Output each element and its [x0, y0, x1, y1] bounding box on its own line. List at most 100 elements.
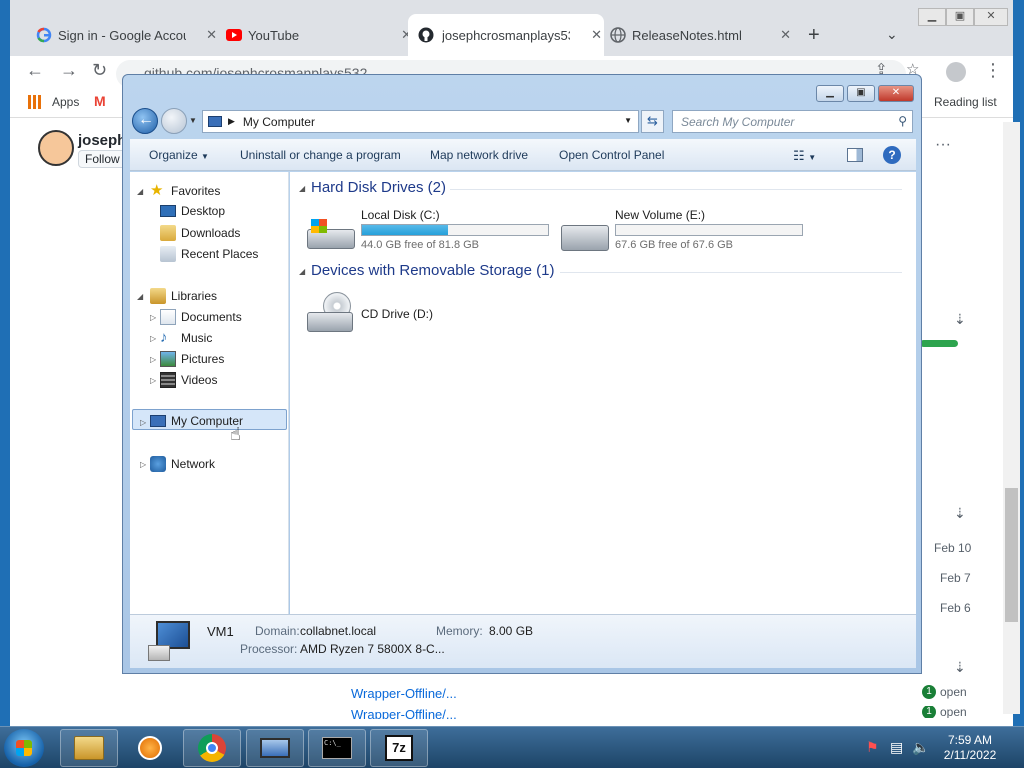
profile-avatar-icon[interactable] — [946, 62, 966, 82]
help-icon[interactable]: ? — [883, 146, 901, 164]
forward-icon[interactable]: → — [60, 60, 78, 81]
nav-network[interactable]: Network — [150, 456, 215, 472]
maximize-icon[interactable]: ▣ — [946, 8, 974, 26]
breadcrumb[interactable]: My Computer — [243, 115, 315, 129]
issue-badge: 1 open — [922, 685, 967, 699]
address-bar[interactable]: ▶ My Computer ▼ — [202, 110, 639, 133]
nav-downloads[interactable]: Downloads — [160, 225, 240, 241]
tab-label: Sign in - Google Accou — [58, 27, 186, 43]
7zip-icon: 7z — [385, 735, 413, 761]
refresh-icon[interactable]: ⇆ — [641, 110, 664, 133]
page-scrollbar-thumb[interactable] — [1005, 488, 1018, 622]
drive-name[interactable]: CD Drive (D:) — [361, 307, 433, 321]
repo-link[interactable]: Wrapper-Offline/... — [351, 707, 457, 719]
drag-handle-icon[interactable]: ⇣ — [954, 659, 966, 676]
pictures-icon — [160, 351, 176, 367]
new-tab-icon[interactable]: + — [808, 24, 820, 47]
drag-handle-icon[interactable]: ⇣ — [954, 505, 966, 522]
minimize-icon[interactable]: ▁ — [918, 8, 946, 26]
clock-time: 7:59 AM — [947, 733, 993, 747]
minimize-icon[interactable]: ▁ — [816, 85, 844, 102]
organize-button[interactable]: Organize ▼ — [149, 148, 209, 162]
tray-clock[interactable]: 7:59 AM 2/11/2022 — [930, 733, 1010, 763]
recent-pages-icon[interactable]: ▼ — [189, 116, 197, 125]
follow-button[interactable]: Follow — [78, 150, 127, 168]
group-divider — [560, 272, 902, 273]
repo-link[interactable]: Wrapper-Offline/... — [351, 686, 457, 701]
taskbar-chrome[interactable] — [183, 729, 241, 767]
page-scrollbar[interactable] — [1003, 122, 1020, 714]
drive-name[interactable]: Local Disk (C:) — [361, 208, 440, 222]
processor-value: AMD Ryzen 7 5800X 8-C... — [300, 642, 445, 656]
volume-icon[interactable]: 🔈 — [912, 739, 929, 756]
more-icon[interactable]: ··· — [935, 136, 951, 154]
close-icon[interactable]: ✕ — [974, 8, 1008, 26]
uninstall-program-button[interactable]: Uninstall or change a program — [240, 148, 401, 162]
close-tab-icon[interactable]: ✕ — [780, 27, 791, 43]
back-icon[interactable]: ← — [26, 60, 44, 81]
apps-bookmark[interactable]: Apps — [52, 95, 79, 109]
start-button[interactable] — [4, 729, 44, 767]
reading-list[interactable]: Reading list — [934, 95, 997, 109]
tab-github[interactable]: josephcrosmanplays532 ✕ — [408, 14, 604, 56]
collapse-icon[interactable]: ◢ — [137, 187, 143, 196]
expand-icon[interactable]: ▷ — [140, 418, 146, 427]
collapse-group-icon[interactable]: ◢ — [299, 267, 305, 276]
address-dropdown-icon[interactable]: ▼ — [624, 116, 632, 125]
group-header-hdd[interactable]: Hard Disk Drives (2) — [311, 179, 446, 196]
nav-libraries[interactable]: Libraries — [150, 288, 217, 304]
nav-documents[interactable]: Documents — [160, 309, 242, 325]
drag-handle-icon[interactable]: ⇣ — [954, 311, 966, 328]
network-tray-icon[interactable]: ▤ — [890, 739, 903, 756]
menu-icon[interactable]: ⋮ — [984, 60, 1002, 81]
close-tab-icon[interactable]: ✕ — [206, 27, 217, 43]
taskbar-7zip[interactable]: 7z — [370, 729, 428, 767]
close-icon[interactable]: ✕ — [878, 85, 914, 102]
nav-desktop[interactable]: Desktop — [160, 204, 225, 218]
reload-icon[interactable]: ↻ — [92, 60, 107, 81]
title-bar[interactable] — [123, 75, 921, 107]
close-tab-icon[interactable]: ✕ — [591, 27, 602, 43]
nav-recent-places[interactable]: Recent Places — [160, 246, 258, 262]
change-view-icon[interactable]: ☷ ▼ — [793, 148, 816, 164]
breadcrumb-arrow-icon[interactable]: ▶ — [228, 116, 235, 127]
group-divider — [450, 189, 902, 190]
preview-pane-icon[interactable] — [847, 148, 863, 162]
search-input[interactable]: Search My Computer ⚲ — [672, 110, 913, 133]
taskbar-explorer[interactable] — [60, 729, 118, 767]
nav-pictures[interactable]: Pictures — [160, 351, 224, 367]
search-placeholder: Search My Computer — [681, 115, 795, 129]
map-network-drive-button[interactable]: Map network drive — [430, 148, 528, 162]
drive-name[interactable]: New Volume (E:) — [615, 208, 705, 222]
expand-icon[interactable]: ▷ — [150, 313, 156, 322]
taskbar-cmd[interactable]: C:\_ — [308, 729, 366, 767]
details-pane: VM1 Domain: collabnet.local Memory: 8.00… — [130, 614, 916, 668]
cd-drive-icon — [307, 292, 355, 334]
tab-search-icon[interactable]: ⌄ — [886, 26, 898, 43]
search-icon[interactable]: ⚲ — [898, 114, 907, 128]
network-icon — [150, 456, 166, 472]
taskbar-media-player[interactable] — [121, 729, 179, 767]
taskbar-my-computer[interactable] — [246, 729, 304, 767]
tab-google-signin[interactable]: Sign in - Google Accou ✕ — [36, 14, 221, 56]
expand-icon[interactable]: ▷ — [140, 460, 146, 469]
forward-icon[interactable] — [161, 108, 187, 134]
collapse-icon[interactable]: ◢ — [137, 292, 143, 301]
expand-icon[interactable]: ▷ — [150, 334, 156, 343]
group-header-removable[interactable]: Devices with Removable Storage (1) — [311, 262, 554, 279]
collapse-group-icon[interactable]: ◢ — [299, 184, 305, 193]
nav-music[interactable]: ♪ Music — [160, 330, 212, 346]
tab-releasenotes[interactable]: ReleaseNotes.html ✕ — [610, 14, 795, 56]
tab-youtube[interactable]: YouTube ✕ — [226, 14, 416, 56]
back-icon[interactable]: ← — [132, 108, 158, 134]
maximize-icon[interactable]: ▣ — [847, 85, 875, 102]
badge-count: 1 — [922, 685, 936, 699]
action-center-icon[interactable]: ⚑ — [866, 739, 879, 756]
nav-favorites[interactable]: ★ Favorites — [150, 183, 220, 199]
expand-icon[interactable]: ▷ — [150, 376, 156, 385]
open-control-panel-button[interactable]: Open Control Panel — [559, 148, 664, 162]
nav-videos[interactable]: Videos — [160, 372, 217, 388]
apps-icon[interactable] — [28, 95, 42, 109]
expand-icon[interactable]: ▷ — [150, 355, 156, 364]
gmail-icon[interactable]: M — [94, 93, 106, 109]
